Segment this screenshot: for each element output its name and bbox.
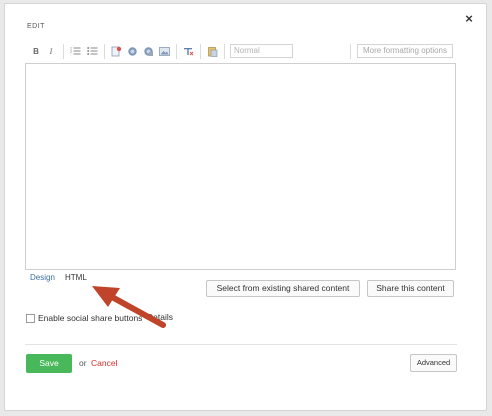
insert-file-icon[interactable] [110, 45, 122, 57]
clear-formatting-icon[interactable] [182, 45, 194, 57]
tab-design[interactable]: Design [30, 273, 55, 282]
or-text: or [79, 358, 87, 368]
tab-html[interactable]: HTML [65, 273, 87, 282]
advanced-button[interactable]: Advanced [410, 354, 457, 372]
remove-link-icon[interactable] [142, 45, 154, 57]
toolbar-separator [224, 44, 225, 59]
toolbar-separator [176, 44, 177, 59]
select-existing-content-button[interactable]: Select from existing shared content [206, 280, 360, 297]
insert-link-icon[interactable] [126, 45, 138, 57]
dialog-title: EDIT [27, 23, 45, 30]
formatting-toolbar: B I 12 Normal More formatting options [25, 42, 456, 62]
toolbar-separator [104, 44, 105, 59]
cancel-link[interactable]: Cancel [91, 358, 117, 368]
bulleted-list-icon[interactable] [86, 45, 98, 57]
numbered-list-icon[interactable]: 12 [69, 45, 81, 57]
social-share-checkbox[interactable] [26, 313, 35, 323]
social-share-label: Enable social share buttons [38, 313, 143, 323]
share-content-button[interactable]: Share this content [367, 280, 454, 297]
close-icon[interactable]: × [463, 12, 475, 25]
details-link[interactable]: Details [147, 312, 173, 322]
insert-image-icon[interactable] [158, 45, 170, 57]
save-button[interactable]: Save [26, 354, 72, 373]
footer-divider [25, 344, 457, 345]
social-share-row: Enable social share buttons [26, 312, 142, 324]
more-formatting-options-button[interactable]: More formatting options [357, 44, 453, 58]
toolbar-separator [63, 44, 64, 59]
paste-icon[interactable] [206, 45, 218, 57]
toolbar-separator [350, 44, 351, 59]
toolbar-separator [200, 44, 201, 59]
svg-text:2: 2 [70, 50, 72, 54]
paragraph-style-select[interactable]: Normal [230, 44, 293, 58]
italic-button[interactable]: I [45, 45, 57, 57]
content-editor[interactable] [25, 63, 456, 270]
bold-button[interactable]: B [30, 45, 42, 57]
